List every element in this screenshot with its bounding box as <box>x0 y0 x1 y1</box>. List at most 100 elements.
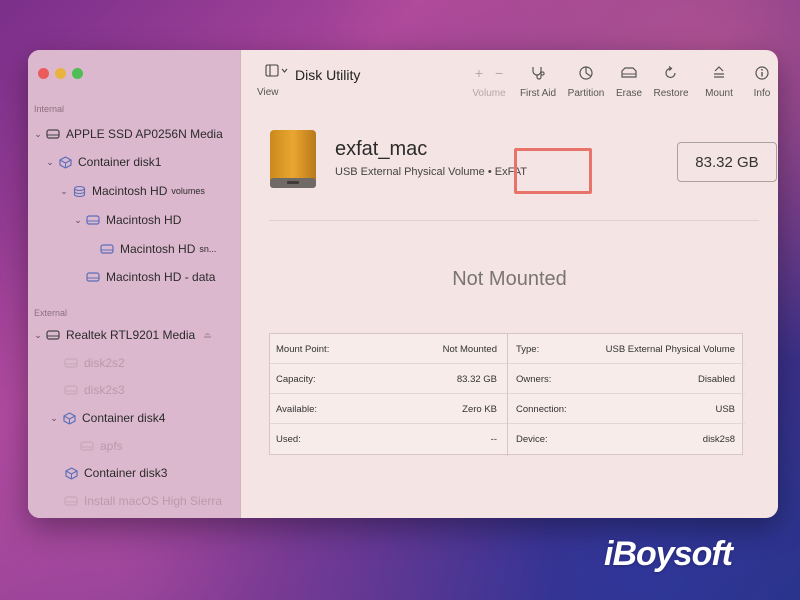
sidebar-item-label: Container disk1 <box>78 155 162 169</box>
internal-disk-icon <box>44 129 62 139</box>
info-key: Type: <box>516 344 540 355</box>
erase-disk-icon <box>609 64 649 82</box>
volume-icon <box>62 358 80 368</box>
erase-label: Erase <box>615 88 643 99</box>
info-row: Available: Zero KB <box>270 394 507 424</box>
format-highlight-box <box>514 148 592 194</box>
disk-utility-window: Internal ⌄ APPLE SSD AP0256N Media ⌄ Con… <box>28 50 778 518</box>
chevron-down-icon[interactable]: ⌄ <box>44 157 56 168</box>
restore-button[interactable]: Restore <box>651 64 691 99</box>
info-row: Type: USB External Physical Volume <box>508 334 745 364</box>
info-row: Device: disk2s8 <box>508 424 745 454</box>
mount-button[interactable]: Mount <box>699 64 739 99</box>
iboysoft-watermark-logo: iBoysoft <box>604 535 733 573</box>
partition-button[interactable]: Partition <box>566 64 606 99</box>
eject-icon[interactable]: ⏏ <box>203 330 212 341</box>
volume-icon <box>98 244 116 254</box>
mount-label: Mount <box>705 88 733 99</box>
sidebar-item-apple-ssd[interactable]: ⌄ APPLE SSD AP0256N Media <box>32 123 223 145</box>
sidebar-item-label: APPLE SSD AP0256N Media <box>66 127 223 141</box>
info-value: USB <box>715 404 735 415</box>
info-key: Available: <box>276 404 318 415</box>
volume-info-table: Mount Point: Not Mounted Capacity: 83.32… <box>269 333 745 456</box>
sidebar-item-macintosh-hd-volumes[interactable]: ⌄ Macintosh HD volumes <box>58 180 205 202</box>
sidebar-item-label: Container disk4 <box>82 411 166 425</box>
sidebar-item-realtek-media[interactable]: ⌄ Realtek RTL9201 Media ⏏ <box>32 324 212 346</box>
sidebar-item-container-disk4[interactable]: ⌄ Container disk4 <box>48 407 165 429</box>
info-row: Connection: USB <box>508 394 745 424</box>
sidebar-toggle-icon <box>265 64 288 77</box>
info-column-right: Type: USB External Physical Volume Owner… <box>507 334 745 456</box>
first-aid-button[interactable]: First Aid <box>518 64 558 99</box>
header-divider <box>269 220 759 221</box>
volume-header: exfat_mac USB External Physical Volume •… <box>269 128 777 218</box>
view-label: View <box>257 87 279 98</box>
partition-pie-icon <box>566 64 606 82</box>
info-key: Owners: <box>516 374 552 385</box>
remove-icon: − <box>495 65 504 81</box>
chevron-down-icon[interactable]: ⌄ <box>72 215 84 226</box>
container-icon <box>60 411 78 425</box>
sidebar-item-macintosh-hd-data[interactable]: Macintosh HD - data <box>84 266 215 288</box>
sidebar-item-disk2s3[interactable]: disk2s3 <box>62 379 125 401</box>
mount-state-text: Not Mounted <box>452 268 567 290</box>
info-button[interactable]: Info <box>749 64 775 99</box>
sidebar-item-disk2s2[interactable]: disk2s2 <box>62 352 125 374</box>
sidebar-item-macintosh-hd[interactable]: ⌄ Macintosh HD <box>72 209 181 231</box>
info-value: Zero KB <box>462 404 497 415</box>
info-value: Disabled <box>698 374 735 385</box>
sidebar-item-container-disk3[interactable]: Container disk3 <box>62 462 167 484</box>
erase-button[interactable]: Erase <box>609 64 649 99</box>
volume-label: Volume <box>472 88 506 99</box>
sidebar-item-suffix: volumes <box>171 186 205 196</box>
info-row: Used: -- <box>270 424 507 454</box>
volume-name: exfat_mac <box>335 138 428 160</box>
restore-arrow-icon <box>651 64 691 82</box>
volume-type: USB External Physical Volume <box>335 166 485 178</box>
section-external: External <box>34 308 68 318</box>
volume-icon <box>84 215 102 225</box>
mount-icon <box>699 64 739 82</box>
zoom-button[interactable] <box>72 68 83 79</box>
volume-button[interactable]: + − Volume <box>469 64 509 99</box>
add-remove-icon: + − <box>469 64 509 82</box>
sidebar-item-label: Install macOS High Sierra <box>84 494 223 508</box>
volume-icon <box>62 385 80 395</box>
external-disk-icon <box>44 330 62 340</box>
info-row: Owners: Disabled <box>508 364 745 394</box>
view-button[interactable]: View <box>257 64 297 98</box>
info-row: Mount Point: Not Mounted <box>270 334 507 364</box>
info-column-left: Mount Point: Not Mounted Capacity: 83.32… <box>270 334 507 456</box>
sidebar-item-label: Container disk3 <box>84 466 168 480</box>
close-button[interactable] <box>38 68 49 79</box>
info-icon <box>749 64 775 82</box>
info-value: 83.32 GB <box>456 374 497 385</box>
volume-icon <box>78 441 96 451</box>
info-key: Capacity: <box>276 374 316 385</box>
volume-size-badge: 83.32 GB <box>677 142 777 182</box>
chevron-down-icon[interactable]: ⌄ <box>48 413 60 424</box>
chevron-down-icon[interactable]: ⌄ <box>58 186 70 197</box>
volume-icon <box>62 496 80 506</box>
chevron-down-icon[interactable]: ⌄ <box>32 330 44 341</box>
sidebar-item-suffix: sn... <box>199 244 217 254</box>
first-aid-label: First Aid <box>519 88 557 99</box>
section-internal: Internal <box>34 104 65 114</box>
sidebar-item-macintosh-hd-snapshot[interactable]: Macintosh HD sn... <box>98 238 216 260</box>
external-drive-icon <box>269 128 317 188</box>
sidebar-item-container-disk1[interactable]: ⌄ Container disk1 <box>44 151 161 173</box>
sidebar-item-label: Macintosh HD <box>106 213 182 227</box>
info-value: USB External Physical Volume <box>605 344 735 355</box>
sidebar-item-label: disk2s2 <box>84 356 125 370</box>
container-icon <box>62 466 80 480</box>
info-row: Capacity: 83.32 GB <box>270 364 507 394</box>
sidebar-item-label: disk2s3 <box>84 383 125 397</box>
volume-subtitle: USB External Physical Volume • ExFAT <box>335 166 527 178</box>
info-label: Info <box>753 88 771 99</box>
minimize-button[interactable] <box>55 68 66 79</box>
chevron-down-icon[interactable]: ⌄ <box>32 129 44 140</box>
subtitle-separator: • <box>484 166 495 178</box>
sidebar-item-install-macos[interactable]: Install macOS High Sierra <box>62 490 222 512</box>
sidebar-item-label: Macintosh HD - data <box>106 270 216 284</box>
sidebar-item-apfs[interactable]: apfs <box>78 435 123 457</box>
